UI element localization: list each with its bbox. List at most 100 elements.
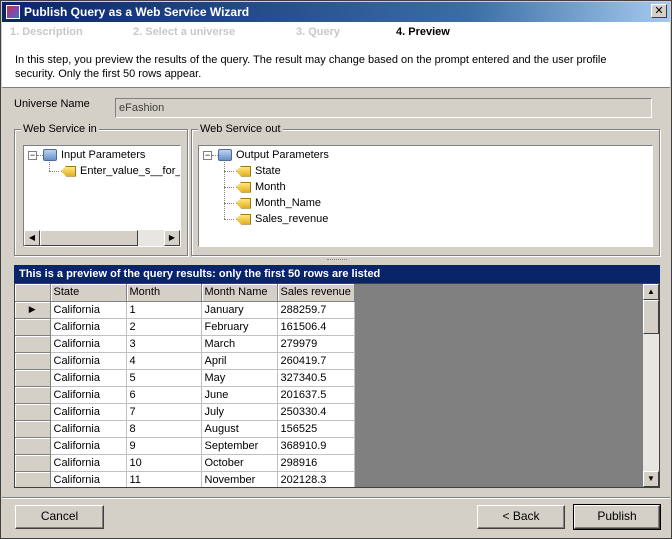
cell-sales-revenue[interactable]: 260419.7 [277, 352, 355, 370]
row-selector[interactable] [15, 454, 51, 472]
title-bar[interactable]: Publish Query as a Web Service Wizard ✕ [2, 2, 670, 22]
table-row[interactable]: California 9 September 368910.9 [15, 437, 355, 455]
cell-month[interactable]: 4 [126, 352, 202, 370]
cell-sales-revenue[interactable]: 298916 [277, 454, 355, 472]
collapse-icon[interactable]: − [203, 151, 212, 160]
cancel-button[interactable]: Cancel [15, 505, 104, 529]
cell-sales-revenue[interactable]: 201637.5 [277, 386, 355, 404]
collapse-icon[interactable]: − [28, 151, 37, 160]
scroll-up-icon[interactable]: ▲ [643, 284, 659, 300]
row-selector[interactable] [15, 403, 51, 421]
cell-state[interactable]: California [50, 386, 127, 404]
step-preview: 4. Preview [396, 26, 450, 38]
close-icon[interactable]: ✕ [651, 4, 667, 18]
table-row[interactable]: California 11 November 202128.3 [15, 471, 355, 487]
cell-month[interactable]: 8 [126, 420, 202, 438]
cell-month[interactable]: 5 [126, 369, 202, 387]
parameter-icon [236, 197, 251, 209]
tree-horizontal-scrollbar[interactable]: ◀ ▶ [24, 230, 180, 246]
row-selector[interactable] [15, 437, 51, 455]
cell-state[interactable]: California [50, 335, 127, 353]
cell-month[interactable]: 1 [126, 301, 202, 319]
cell-state[interactable]: California [50, 454, 127, 472]
cell-sales-revenue[interactable]: 161506.4 [277, 318, 355, 336]
splitter-grip[interactable] [327, 259, 347, 262]
cell-month-name[interactable]: January [201, 301, 278, 319]
back-button[interactable]: < Back [477, 505, 565, 529]
scroll-left-icon[interactable]: ◀ [24, 230, 40, 246]
cell-month[interactable]: 7 [126, 403, 202, 421]
row-selector[interactable] [15, 335, 51, 353]
cell-month-name[interactable]: October [201, 454, 278, 472]
cell-month-name[interactable]: March [201, 335, 278, 353]
cell-sales-revenue[interactable]: 279979 [277, 335, 355, 353]
output-parameter-state[interactable]: State [236, 163, 281, 179]
cell-month[interactable]: 2 [126, 318, 202, 336]
row-selector[interactable] [15, 471, 51, 487]
scroll-right-icon[interactable]: ▶ [164, 230, 180, 246]
cell-month[interactable]: 6 [126, 386, 202, 404]
cell-month-name[interactable]: May [201, 369, 278, 387]
cell-month-name[interactable]: July [201, 403, 278, 421]
cell-month[interactable]: 9 [126, 437, 202, 455]
publish-button[interactable]: Publish [573, 504, 661, 530]
scroll-thumb[interactable] [643, 300, 659, 334]
grid-vertical-scrollbar[interactable]: ▲ ▼ [643, 284, 659, 487]
table-row[interactable]: California 4 April 260419.7 [15, 352, 355, 370]
column-header-month-name[interactable]: Month Name [201, 284, 278, 302]
cell-month-name[interactable]: November [201, 471, 278, 487]
cell-sales-revenue[interactable]: 202128.3 [277, 471, 355, 487]
table-row[interactable]: California 2 February 161506.4 [15, 318, 355, 336]
table-row[interactable]: California 10 October 298916 [15, 454, 355, 472]
cell-sales-revenue[interactable]: 288259.7 [277, 301, 355, 319]
cell-month-name[interactable]: February [201, 318, 278, 336]
cell-month-name[interactable]: June [201, 386, 278, 404]
cell-state[interactable]: California [50, 420, 127, 438]
column-header-sales-revenue[interactable]: Sales revenue [277, 284, 355, 302]
cell-state[interactable]: California [50, 301, 127, 319]
cell-month[interactable]: 3 [126, 335, 202, 353]
cell-month[interactable]: 10 [126, 454, 202, 472]
cell-month-name[interactable]: April [201, 352, 278, 370]
table-row[interactable]: California 6 June 201637.5 [15, 386, 355, 404]
output-parameter-month-name[interactable]: Month_Name [236, 195, 321, 211]
cell-sales-revenue[interactable]: 327340.5 [277, 369, 355, 387]
table-row[interactable]: California 3 March 279979 [15, 335, 355, 353]
input-parameters-tree[interactable]: − Input Parameters Enter_value_s__for_ ◀… [23, 145, 181, 247]
cell-state[interactable]: California [50, 471, 127, 487]
row-selector[interactable]: ▶ [15, 301, 51, 319]
input-parameters-node[interactable]: Input Parameters [43, 147, 145, 163]
scroll-down-icon[interactable]: ▼ [643, 471, 659, 487]
cell-month-name[interactable]: September [201, 437, 278, 455]
row-selector[interactable] [15, 318, 51, 336]
table-row[interactable]: California 5 May 327340.5 [15, 369, 355, 387]
output-parameters-node[interactable]: Output Parameters [218, 147, 329, 163]
table-row[interactable]: California 7 July 250330.4 [15, 403, 355, 421]
cell-state[interactable]: California [50, 437, 127, 455]
scroll-thumb[interactable] [40, 230, 138, 246]
input-parameter-item[interactable]: Enter_value_s__for_ [61, 163, 180, 179]
cell-state[interactable]: California [50, 369, 127, 387]
output-parameter-sales-revenue[interactable]: Sales_revenue [236, 211, 328, 227]
cell-sales-revenue[interactable]: 368910.9 [277, 437, 355, 455]
cell-month[interactable]: 11 [126, 471, 202, 487]
cell-sales-revenue[interactable]: 156525 [277, 420, 355, 438]
cell-state[interactable]: California [50, 318, 127, 336]
row-selector[interactable] [15, 386, 51, 404]
preview-grid[interactable]: State Month Month Name Sales revenue ▶ Ca… [14, 283, 660, 488]
row-selector[interactable] [15, 369, 51, 387]
output-parameter-label: Month_Name [255, 197, 322, 209]
table-row[interactable]: California 8 August 156525 [15, 420, 355, 438]
column-header-state[interactable]: State [50, 284, 127, 302]
row-selector[interactable] [15, 420, 51, 438]
cell-state[interactable]: California [50, 403, 127, 421]
cell-state[interactable]: California [50, 352, 127, 370]
universe-name-field[interactable]: eFashion [115, 98, 652, 118]
column-header-month[interactable]: Month [126, 284, 202, 302]
table-row[interactable]: ▶ California 1 January 288259.7 [15, 301, 355, 319]
output-parameter-month[interactable]: Month [236, 179, 286, 195]
cell-month-name[interactable]: August [201, 420, 278, 438]
cell-sales-revenue[interactable]: 250330.4 [277, 403, 355, 421]
output-parameters-tree[interactable]: − Output Parameters State Month Month_Na… [198, 145, 653, 247]
row-selector[interactable] [15, 352, 51, 370]
